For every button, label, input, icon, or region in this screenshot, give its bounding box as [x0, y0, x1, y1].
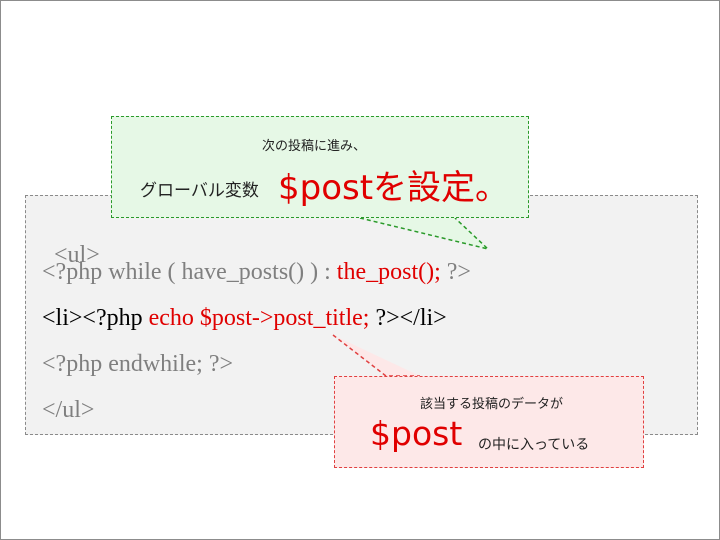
callout-top-highlight: $postを設定。	[278, 168, 510, 208]
code-segment: <li><?php	[42, 305, 149, 331]
code-highlight-the-post: the_post();	[336, 259, 441, 285]
code-line-2: <?php while ( have_posts() ) : the_post(…	[42, 258, 471, 286]
callout-top-prefix: グローバル変数	[140, 181, 259, 201]
code-segment: ?>	[440, 259, 471, 285]
code-segment: </ul>	[42, 397, 95, 423]
code-segment: <?php endwhile; ?>	[42, 351, 234, 377]
code-line-4: <?php endwhile; ?>	[42, 350, 233, 378]
code-segment: <?php while ( have_posts() ) :	[42, 259, 337, 285]
code-line-3: <li><?php echo $post->post_title; ?></li…	[42, 304, 447, 332]
callout-bottom-line1: 該当する投稿のデータが	[420, 397, 564, 412]
code-segment: ?></li>	[369, 305, 447, 331]
callout-top-line1: 次の投稿に進み、	[262, 139, 367, 154]
callout-bottom-highlight: $post	[370, 414, 463, 453]
code-line-5: </ul>	[42, 396, 94, 424]
callout-bottom-suffix: の中に入っている	[478, 437, 590, 453]
code-highlight-echo-post: echo $post->post_title;	[148, 305, 370, 331]
